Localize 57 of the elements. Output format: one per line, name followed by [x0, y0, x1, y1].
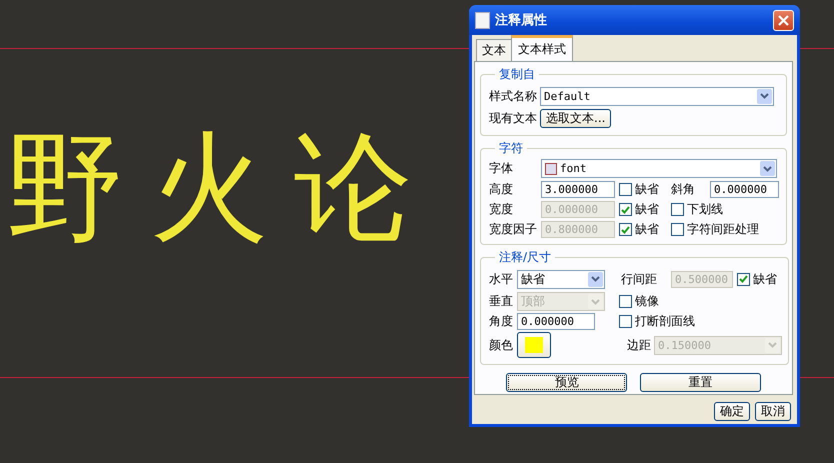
field-label: 行间距 [621, 270, 657, 288]
caret-icon [760, 161, 775, 176]
checkbox[interactable] [619, 295, 632, 308]
dropdown[interactable]: font [541, 159, 777, 178]
checkbox[interactable] [619, 183, 632, 196]
checkbox-label: 缺省 [753, 270, 777, 288]
field-label: 颜色 [489, 336, 514, 354]
font-icon [545, 162, 557, 174]
field-label: 垂直 [489, 293, 514, 310]
checkbox-label: 字符间距处理 [687, 221, 759, 238]
checkbox-label: 缺省 [635, 221, 659, 238]
checkbox-label: 镜像 [635, 293, 659, 310]
checkbox-label: 下划线 [687, 201, 723, 218]
cancel-button[interactable]: 取消 [755, 402, 791, 421]
close-icon [778, 14, 789, 26]
checkbox[interactable] [737, 272, 750, 286]
reset-button[interactable]: 重置 [640, 373, 761, 392]
close-button[interactable] [773, 10, 794, 30]
field-label: 水平 [489, 270, 514, 288]
group-title: 字符 [498, 140, 524, 157]
window-title: 注释属性 [495, 12, 548, 29]
checkbox-label: 缺省 [635, 201, 659, 218]
checkbox[interactable] [671, 223, 684, 236]
field-label: 宽度 [489, 201, 514, 218]
field-label: 字体 [489, 160, 514, 177]
dropdown[interactable]: Default [540, 86, 774, 106]
field-label: 高度 [489, 181, 514, 198]
ok-button[interactable]: 确定 [714, 402, 750, 421]
select-text-button[interactable]: 选取文本... [540, 108, 612, 128]
checkbox[interactable] [619, 203, 632, 216]
caret-icon [757, 88, 772, 104]
checkbox-label: 打断剖面线 [635, 313, 695, 330]
caret-icon [588, 272, 603, 286]
group-title: 注释/尺寸 [498, 249, 552, 266]
window-icon [475, 12, 490, 28]
checkbox-label: 缺省 [635, 181, 659, 198]
text-field[interactable]: 0.000000 [710, 181, 779, 198]
caret-icon [588, 294, 603, 309]
caret-icon [765, 338, 780, 352]
field-label: 现有文本 [489, 110, 537, 126]
tab[interactable]: 文本 [476, 39, 512, 61]
annotation-text: 野火论 [6, 128, 438, 246]
checkbox[interactable] [671, 203, 684, 216]
text-field[interactable]: 0.000000 [517, 313, 595, 330]
group-title: 复制自 [498, 66, 536, 83]
dropdown[interactable]: 缺省 [517, 270, 605, 288]
color-button[interactable] [517, 332, 551, 358]
checkbox[interactable] [619, 223, 632, 236]
preview-button[interactable]: 预览 [506, 373, 628, 392]
field-label: 边距 [627, 336, 651, 354]
tab[interactable]: 文本样式 [511, 35, 573, 61]
field-label: 样式名称 [489, 88, 537, 104]
field-label: 宽度因子 [489, 221, 538, 238]
field-label: 角度 [489, 313, 514, 330]
checkbox[interactable] [619, 315, 632, 328]
text-field[interactable]: 3.000000 [541, 181, 615, 198]
field-label: 斜角 [671, 181, 696, 198]
